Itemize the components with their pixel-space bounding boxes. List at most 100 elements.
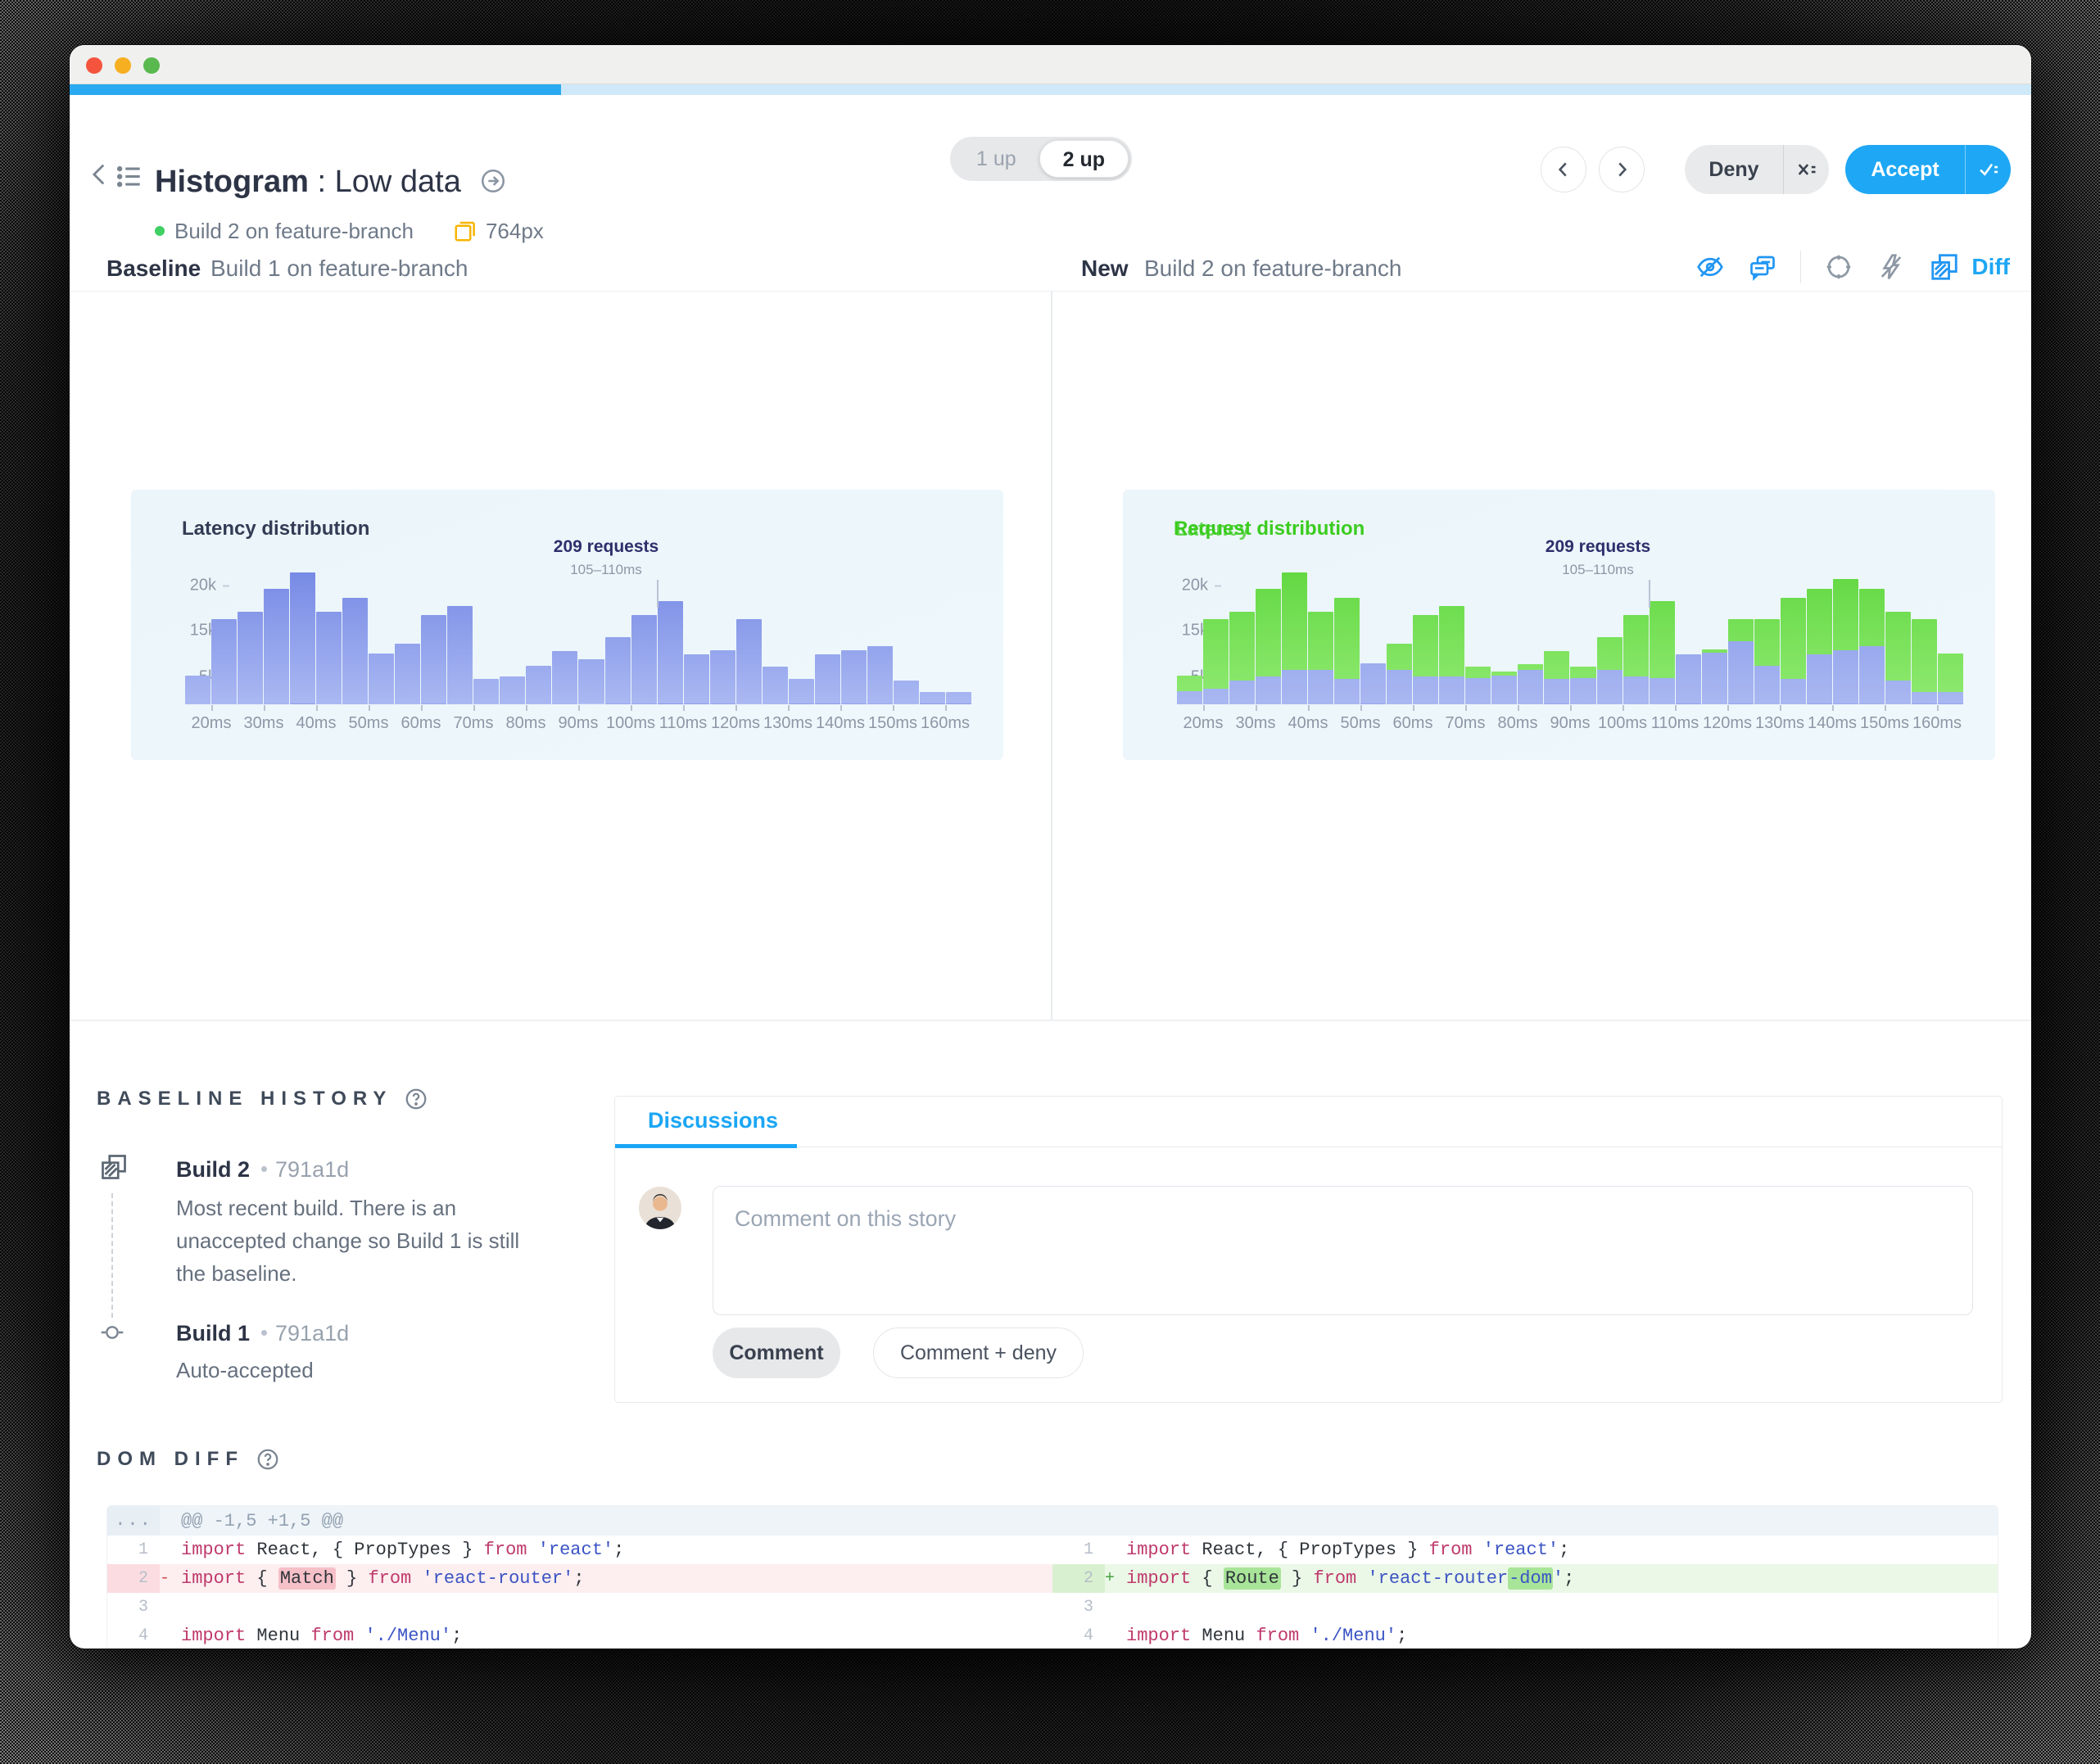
back-button[interactable] [86, 158, 114, 191]
histogram-bar-baseline [1256, 676, 1282, 704]
view-toggle-2up[interactable]: 2 up [1039, 140, 1129, 178]
open-story-arrow-icon[interactable] [479, 167, 507, 195]
chevron-right-icon [1611, 159, 1632, 180]
histogram-bar-baseline [1413, 676, 1439, 704]
tab-discussions[interactable]: Discussions [648, 1108, 778, 1133]
x-axis-tick [1727, 705, 1729, 711]
lightning-off-icon[interactable] [1876, 252, 1906, 282]
focus-target-icon[interactable] [1824, 252, 1853, 282]
histogram-bin [867, 490, 893, 704]
new-snapshot-with-diff: Request distribution Latency 209 request… [1123, 490, 1995, 760]
view-toggle-1up[interactable]: 1 up [953, 140, 1039, 178]
histogram-bar [342, 598, 369, 704]
comment-input[interactable] [713, 1186, 1973, 1315]
code-token: ; [573, 1568, 585, 1589]
diff-toggle-label[interactable]: Diff [1971, 254, 2010, 280]
code-token: ' [1552, 1568, 1564, 1589]
previous-snapshot-button[interactable] [1541, 147, 1586, 192]
histogram-bar [238, 611, 264, 704]
histogram-bar [604, 637, 631, 704]
commit-hash: 791a1d [275, 1321, 350, 1346]
history-item-build2: Build 2 791a1d [176, 1157, 349, 1183]
histogram-bar [735, 618, 762, 704]
build-label: Build 2 on feature-branch [174, 218, 414, 243]
histogram-bin [1282, 490, 1308, 704]
histogram-bar [264, 589, 290, 704]
diff-sign: + [1105, 1569, 1116, 1588]
histogram-bin [1334, 490, 1360, 704]
code-token: Menu [1202, 1626, 1256, 1646]
code-line: 4 import Menu from './Menu'; [1052, 1622, 1998, 1649]
histogram-bin [1623, 490, 1649, 704]
chart-annotation: 209 requests 105–110ms [516, 537, 696, 578]
histogram-bar [578, 659, 604, 704]
histogram-bin [552, 490, 578, 704]
title-separator: : [308, 165, 335, 199]
code-line: 1 import React, { PropTypes } from 'react… [1052, 1536, 1998, 1564]
line-number: 3 [138, 1598, 148, 1617]
build-title: Build 2 [176, 1157, 251, 1182]
histogram-plot: 20k15k5k20ms30ms40ms50ms60ms70ms80ms90ms… [1177, 490, 1963, 732]
accept-all-icon [1977, 158, 2000, 181]
diff-overlay-icon[interactable] [1929, 251, 1960, 283]
histogram-bin [1858, 490, 1885, 704]
histogram-bin [788, 490, 814, 704]
code-token: React, { PropTypes } [1202, 1540, 1429, 1560]
histogram-bar-baseline [1282, 669, 1308, 704]
next-snapshot-button[interactable] [1599, 147, 1645, 192]
close-window-button[interactable] [86, 57, 102, 74]
deny-all-button[interactable] [1783, 145, 1829, 194]
histogram-bin [395, 490, 421, 704]
code-text: import React, { PropTypes } from 'react'… [181, 1540, 624, 1560]
histogram-bin [1806, 490, 1832, 704]
x-axis-tick [735, 705, 737, 711]
annotation-line [1649, 580, 1650, 608]
x-axis-tick [1675, 705, 1677, 711]
pane-divider [1051, 292, 1052, 1020]
histogram-bar-baseline [1596, 669, 1623, 704]
story-name: Histogram [155, 165, 309, 199]
histogram-bar [526, 665, 552, 704]
histogram-bar-baseline [1334, 678, 1360, 704]
minimize-window-button[interactable] [115, 57, 131, 74]
diff-build-icon [99, 1152, 129, 1182]
story-list-button[interactable] [114, 160, 145, 191]
histogram-bar-baseline [1544, 679, 1570, 704]
deny-button[interactable]: Deny [1685, 145, 1783, 194]
hide-diffs-eye-off-icon[interactable] [1695, 252, 1725, 282]
comments-icon[interactable] [1748, 252, 1777, 282]
help-icon[interactable] [256, 1447, 280, 1472]
help-icon[interactable] [404, 1087, 428, 1111]
build-status-dot [155, 226, 165, 236]
hunk-header: @@ -1,5 +1,5 @@ [181, 1510, 344, 1531]
histogram-bar [290, 572, 316, 704]
histogram-bar [945, 692, 971, 704]
accept-all-button[interactable] [1965, 145, 2011, 194]
histogram-bar [369, 653, 395, 704]
line-number: 2 [107, 1564, 160, 1593]
x-axis-tick [1885, 705, 1886, 711]
histogram-bin [211, 490, 238, 704]
code-token: Menu [256, 1626, 311, 1646]
histogram-plot: 20k15k5k20ms30ms40ms50ms60ms70ms80ms90ms… [185, 490, 971, 732]
histogram-bar-baseline [1623, 676, 1649, 704]
comment-deny-button[interactable]: Comment + deny [873, 1328, 1084, 1378]
histogram-bar-baseline [1229, 680, 1256, 704]
line-number: 1 [1083, 1540, 1093, 1559]
histogram-bars [1177, 490, 1963, 704]
chevron-left-icon [86, 158, 114, 191]
histogram-bin [1701, 490, 1727, 704]
histogram-bin [1387, 490, 1413, 704]
line-number: 4 [1083, 1626, 1093, 1645]
baseline-snapshot: Latency distribution 209 requests 105–11… [131, 490, 1003, 760]
compare-bottom-divider [70, 1020, 2031, 1021]
histogram-bar [762, 667, 788, 704]
histogram-bin [1256, 490, 1282, 704]
histogram-bin [500, 490, 526, 704]
code-token: import [1126, 1568, 1202, 1589]
line-number: 4 [138, 1626, 148, 1645]
accept-button[interactable]: Accept [1845, 145, 1965, 194]
zoom-window-button[interactable] [143, 57, 160, 74]
comment-button[interactable]: Comment [713, 1328, 840, 1378]
histogram-bin [735, 490, 762, 704]
